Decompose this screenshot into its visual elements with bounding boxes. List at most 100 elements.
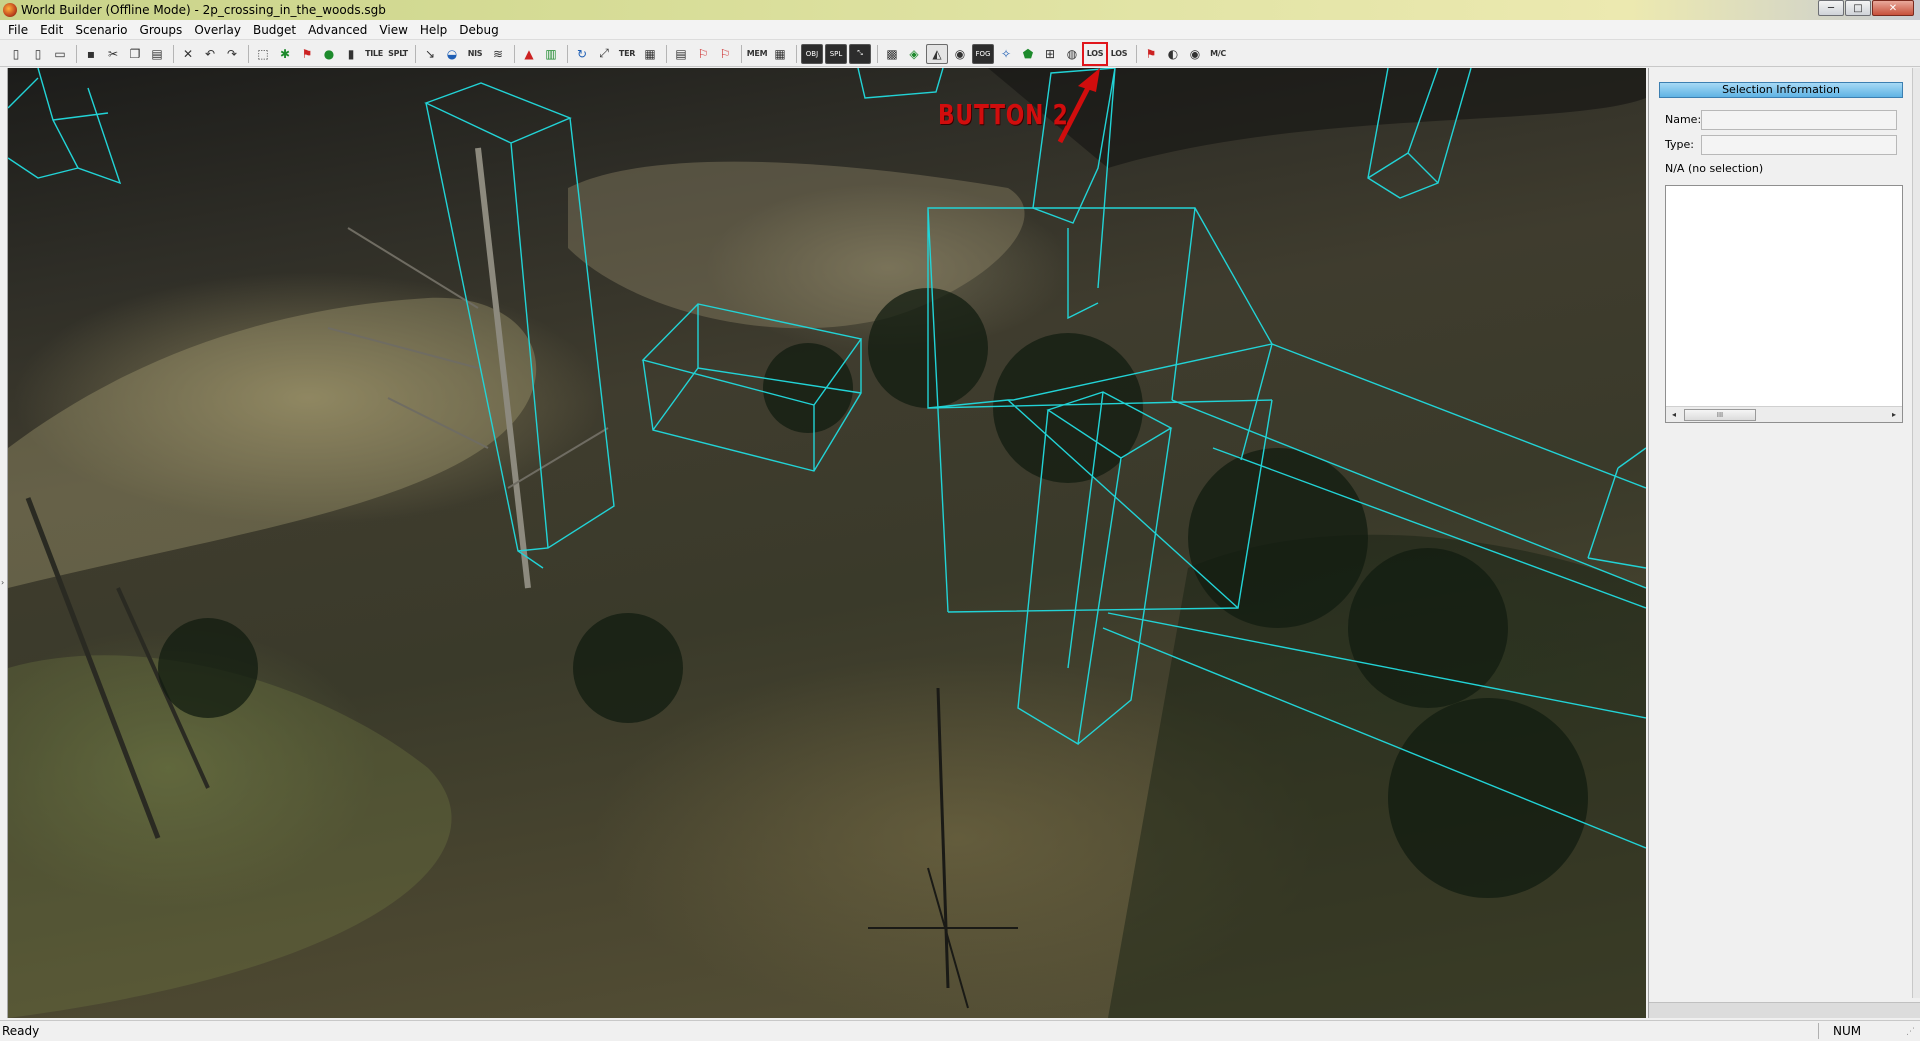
collapse-arrow-icon[interactable]: › [1,578,7,588]
fog-button[interactable]: FOG [972,43,994,64]
terrain-shading [8,68,1646,1018]
menu-groups[interactable]: Groups [134,20,189,40]
toolbar-separator [173,44,174,63]
height-tool-icon[interactable]: ▲ [519,44,539,64]
calendar-icon[interactable]: ▤ [671,44,691,64]
selection-info-header[interactable]: Selection Information [1659,82,1903,98]
button-2-annotation: BUTTON 2 [938,98,1069,131]
eye-grid-icon[interactable]: ⊞ [1040,44,1060,64]
grid-panel-icon[interactable]: ▦ [640,44,660,64]
copy-icon[interactable]: ❐ [125,44,145,64]
toolbar-separator [76,44,77,63]
save-icon[interactable]: ▪ [81,44,101,64]
num-lock-indicator: NUM [1818,1023,1882,1039]
marker-icon[interactable]: ⚐ [693,44,713,64]
menu-help[interactable]: Help [414,20,453,40]
bush-icon[interactable]: ● [319,44,339,64]
memory-button[interactable]: MEM [746,44,768,64]
window-controls: ─ □ ✕ [1817,0,1914,16]
measure-icon[interactable]: ⤢ [594,44,614,64]
selection-list[interactable]: ◂ III ▸ [1665,185,1903,423]
landscape-icon[interactable]: ◭ [926,43,948,64]
paste-icon[interactable]: ▤ [147,44,167,64]
panel-scrollbar[interactable] [1912,68,1920,998]
sector-circle-icon[interactable]: ◉ [1185,44,1205,64]
type-field[interactable] [1701,135,1897,155]
flag-icon[interactable]: ⚑ [297,44,317,64]
toolbar-separator [567,44,568,63]
menu-view[interactable]: View [373,20,413,40]
toolbar-separator [877,44,878,63]
paint-icon[interactable]: ▮ [341,44,361,64]
resize-grip-icon[interactable]: ⋰ [1906,1027,1918,1039]
los-secondary-button[interactable]: LOS [1108,44,1130,64]
cover-icon[interactable]: ◍ [1062,44,1082,64]
los-button[interactable]: LOS [1082,41,1108,66]
split-button[interactable]: SPLT [387,44,409,64]
menu-overlay[interactable]: Overlay [188,20,247,40]
title-bar: World Builder (Offline Mode) - 2p_crossi… [0,0,1920,20]
sector-icon[interactable]: ◐ [1163,44,1183,64]
maximize-button[interactable]: □ [1845,0,1871,16]
tile-button[interactable]: TILE [363,44,385,64]
menu-scenario[interactable]: Scenario [69,20,133,40]
scroll-right-icon[interactable]: ▸ [1888,409,1900,421]
paths-overlay-icon[interactable]: ⤡ [849,43,871,64]
open-folder-icon[interactable]: ▭ [50,44,70,64]
selection-panel: Selection Information Name: Type: N/A (n… [1648,68,1920,1018]
terrain-brush-icon[interactable]: ≋ [488,44,508,64]
budget-chart-icon[interactable]: ▥ [541,44,561,64]
close-button[interactable]: ✕ [1872,0,1914,16]
road-icon[interactable]: ↘ [420,44,440,64]
territory-flag-icon[interactable]: ⚑ [1141,44,1161,64]
tree-placement-icon[interactable]: ✱ [275,44,295,64]
horizontal-scrollbar[interactable]: ◂ III ▸ [1666,406,1902,422]
marker-group-icon[interactable]: ⚐ [715,44,735,64]
left-dock-edge[interactable]: › [0,68,8,1018]
checker-grid-icon[interactable]: ▩ [882,44,902,64]
status-bar: Ready NUM ⋰ [0,1020,1920,1041]
scroll-thumb[interactable]: III [1684,409,1756,421]
camera-icon[interactable]: ◉ [950,44,970,64]
sky-icon[interactable]: ✧ [996,44,1016,64]
terrain-view-icon[interactable]: ◈ [904,44,924,64]
menu-bar: File Edit Scenario Groups Overlay Budget… [0,20,1920,40]
status-text: Ready [2,1024,40,1038]
new-file-icon[interactable]: ▯ [6,44,26,64]
menu-budget[interactable]: Budget [247,20,302,40]
undo-icon[interactable]: ↶ [200,44,220,64]
toolbar-separator [514,44,515,63]
cut-icon[interactable]: ✂ [103,44,123,64]
toolbar-separator [666,44,667,63]
splats-overlay-button[interactable]: SPL [825,43,847,64]
scroll-left-icon[interactable]: ◂ [1668,409,1680,421]
shield-icon[interactable]: ⬟ [1018,44,1038,64]
delete-icon[interactable]: ✕ [178,44,198,64]
toolbar-separator [1136,44,1137,63]
name-label: Name: [1665,113,1702,126]
window-title: World Builder (Offline Mode) - 2p_crossi… [21,3,386,17]
new-document-icon[interactable]: ▯ [28,44,48,64]
nis-button[interactable]: NIS [464,44,486,64]
menu-edit[interactable]: Edit [34,20,69,40]
panel-footer [1649,1002,1920,1018]
select-region-icon[interactable]: ⬚ [253,44,273,64]
menu-file[interactable]: File [2,20,34,40]
stats-grid-icon[interactable]: ▦ [770,44,790,64]
toolbar-separator [741,44,742,63]
refresh-icon[interactable]: ↻ [572,44,592,64]
minimize-button[interactable]: ─ [1818,0,1844,16]
name-field[interactable] [1701,110,1897,130]
misc-button[interactable]: M/C [1207,44,1229,64]
scene-overlay [8,68,1646,1018]
terrain-button[interactable]: TER [616,44,638,64]
scene-viewport[interactable]: BUTTON 2 [8,68,1646,1018]
selection-status: N/A (no selection) [1665,162,1764,175]
menu-advanced[interactable]: Advanced [302,20,373,40]
objects-overlay-button[interactable]: OBJ [801,43,823,64]
redo-icon[interactable]: ↷ [222,44,242,64]
water-icon[interactable]: ◒ [442,44,462,64]
app-icon [3,3,17,17]
menu-debug[interactable]: Debug [453,20,504,40]
toolbar-separator [415,44,416,63]
